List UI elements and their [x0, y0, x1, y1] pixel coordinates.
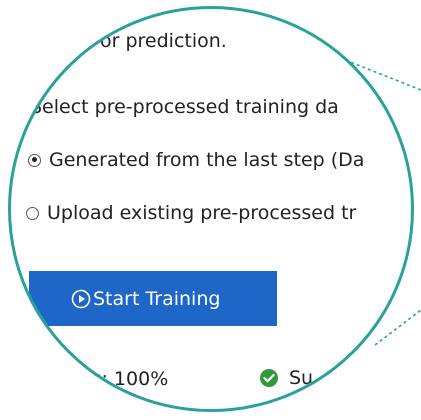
start-training-button[interactable]: Start Training: [29, 271, 277, 326]
magnifier-circle: or prediction. Select pre-processed trai…: [8, 6, 414, 412]
progress-text: ess: 100%: [70, 368, 169, 390]
option-generated-last-step[interactable]: Generated from the last step (Da: [28, 149, 364, 171]
play-circle-icon: [71, 289, 91, 308]
start-training-label: Start Training: [93, 287, 221, 310]
training-data-source-label: Select pre-processed training da: [30, 96, 339, 118]
zoom-callout: or prediction. Select pre-processed trai…: [0, 0, 421, 420]
radio-checked-icon[interactable]: [28, 153, 41, 167]
radio-unchecked-icon[interactable]: [26, 206, 39, 220]
option-generated-label: Generated from the last step (Da: [49, 149, 365, 171]
option-upload-existing[interactable]: Upload existing pre-processed tr: [26, 202, 356, 224]
zoomed-content: or prediction. Select pre-processed trai…: [8, 6, 414, 412]
prediction-text: or prediction.: [100, 30, 227, 52]
check-circle-icon: [260, 369, 278, 387]
status-indicator: Su: [259, 367, 313, 389]
status-text: Su: [289, 367, 314, 389]
option-upload-label: Upload existing pre-processed tr: [47, 202, 357, 224]
